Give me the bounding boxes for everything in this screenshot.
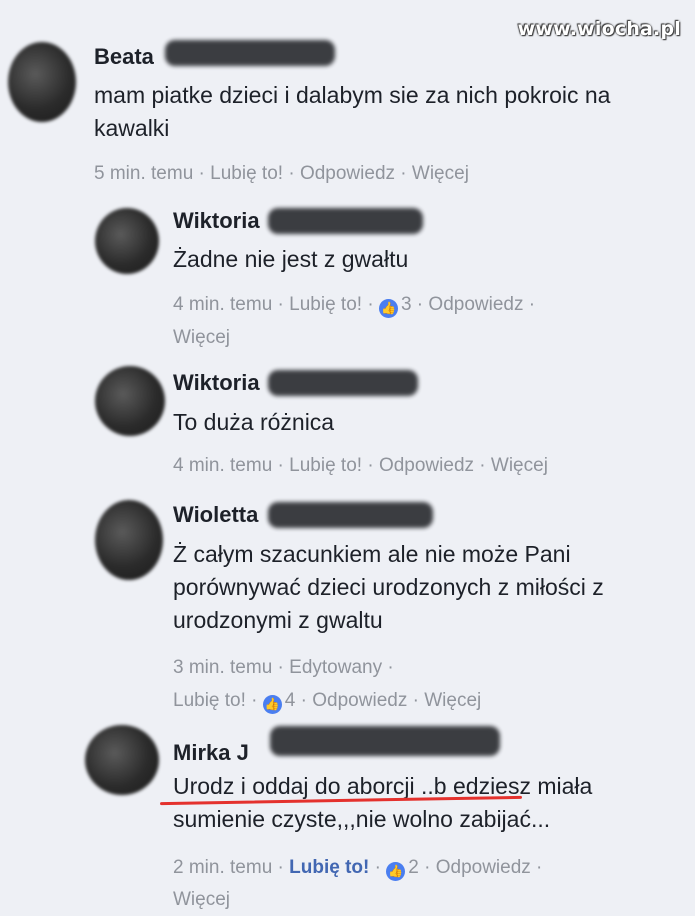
- comment-author[interactable]: Wioletta: [173, 502, 258, 528]
- avatar[interactable]: [8, 42, 76, 122]
- redacted-surname: [268, 208, 423, 234]
- comment-text: To duża różnica: [173, 409, 335, 435]
- comment-text: Żadne nie jest z gwałtu: [173, 246, 409, 272]
- redacted-surname: [268, 502, 433, 528]
- reaction-count[interactable]: 2: [408, 857, 419, 878]
- comment-actions: 5 min. temu · Lubię to! · Odpowiedz · Wi…: [94, 163, 469, 184]
- more-link[interactable]: Więcej: [412, 163, 469, 184]
- comment-author[interactable]: Wiktoria: [173, 370, 260, 396]
- thumbs-up-icon: 👍: [378, 299, 398, 318]
- reply-link[interactable]: Odpowiedz: [379, 455, 474, 476]
- watermark: www.wiocha.pl: [517, 18, 681, 40]
- reply-link[interactable]: Odpowiedz: [300, 163, 395, 184]
- comment-author[interactable]: Beata: [94, 44, 154, 70]
- avatar[interactable]: [95, 208, 159, 274]
- avatar[interactable]: [85, 725, 159, 795]
- thumbs-up-icon: 👍: [386, 862, 406, 881]
- redacted-surname: [270, 726, 500, 756]
- like-link[interactable]: Lubię to!: [210, 163, 283, 184]
- timestamp[interactable]: 2 min. temu: [173, 857, 272, 878]
- comment-actions: 2 min. temu · Lubię to! · 👍 2 · Odpowiedz…: [173, 852, 542, 884]
- comment-text: Ż całym szacunkiem ale nie może Pani por…: [173, 541, 604, 633]
- like-link[interactable]: Lubię to!: [289, 294, 362, 315]
- comment-actions-more: Więcej: [173, 322, 230, 354]
- comment-actions-more: Lubię to! · 👍 4 · Odpowiedz · Więcej: [173, 685, 481, 717]
- reaction-count[interactable]: 4: [285, 690, 296, 711]
- comment-author[interactable]: Wiktoria: [173, 208, 260, 234]
- reaction-count[interactable]: 3: [401, 294, 412, 315]
- avatar[interactable]: [95, 366, 165, 436]
- reply-link[interactable]: Odpowiedz: [428, 294, 523, 315]
- more-link[interactable]: Więcej: [424, 690, 481, 711]
- more-link[interactable]: Więcej: [173, 327, 230, 348]
- timestamp[interactable]: 4 min. temu: [173, 294, 272, 315]
- comment-actions: 4 min. temu · Lubię to! · 👍 3 · Odpowiedz…: [173, 289, 535, 321]
- redacted-surname: [268, 370, 418, 396]
- timestamp[interactable]: 5 min. temu: [94, 163, 193, 184]
- like-link[interactable]: Lubię to!: [173, 690, 246, 711]
- timestamp[interactable]: 3 min. temu: [173, 657, 272, 678]
- timestamp[interactable]: 4 min. temu: [173, 455, 272, 476]
- more-link[interactable]: Więcej: [491, 455, 548, 476]
- avatar[interactable]: [95, 500, 163, 580]
- comment-text: mam piatke dzieci i dalabym sie za nich …: [94, 82, 611, 141]
- comment-actions-more: Więcej: [173, 884, 230, 916]
- comment-actions: 3 min. temu · Edytowany ·: [173, 657, 394, 678]
- reply-link[interactable]: Odpowiedz: [312, 690, 407, 711]
- reply-link[interactable]: Odpowiedz: [436, 857, 531, 878]
- comment-actions: 4 min. temu · Lubię to! · Odpowiedz · Wi…: [173, 455, 548, 476]
- redacted-surname: [165, 40, 335, 66]
- comment-author[interactable]: Mirka J: [173, 740, 249, 766]
- like-link[interactable]: Lubię to!: [289, 455, 362, 476]
- edited-label: Edytowany: [289, 657, 383, 678]
- like-link[interactable]: Lubię to!: [289, 857, 369, 878]
- thumbs-up-icon: 👍: [262, 695, 282, 714]
